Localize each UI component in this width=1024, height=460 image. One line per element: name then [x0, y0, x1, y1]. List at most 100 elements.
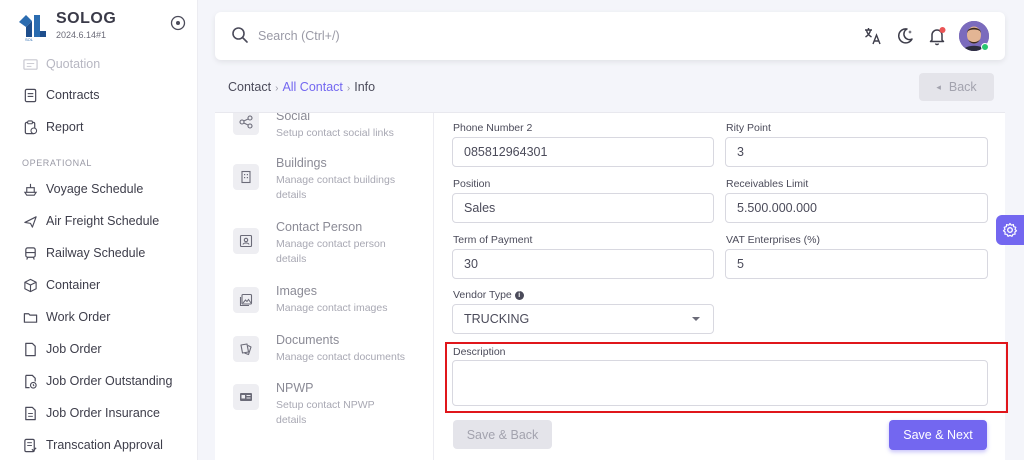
sidebar-item-label: Railway Schedule	[46, 246, 146, 260]
side-menu-social[interactable]: Social Setup contact social links	[233, 113, 433, 139]
approval-icon	[22, 437, 38, 453]
sidebar-item-label: Container	[46, 278, 101, 292]
sidebar-item-voyage-schedule[interactable]: Voyage Schedule	[22, 177, 192, 201]
contracts-icon	[22, 87, 38, 103]
sidebar-item-job-order[interactable]: Job Order	[22, 337, 192, 361]
term-of-payment-label: Term of Payment	[453, 234, 533, 246]
vat-enterprises-input[interactable]: 5	[725, 249, 988, 279]
sidebar-item-label: Work Order	[46, 310, 111, 324]
phone-number-2-input[interactable]: 085812964301	[452, 137, 714, 167]
sidebar-item-label: Job Order Insurance	[46, 406, 160, 420]
save-and-next-button[interactable]: Save & Next	[889, 420, 987, 450]
sidebar-item-job-order-insurance[interactable]: Job Order Insurance	[22, 401, 192, 425]
sidebar-item-label: Job Order	[46, 342, 102, 356]
phone-number-2-label: Phone Number 2	[453, 122, 533, 134]
sidebar-item-quotation[interactable]: Quotation	[22, 52, 192, 76]
rity-point-label: Rity Point	[726, 122, 771, 134]
ship-icon	[22, 181, 38, 197]
id-card-icon	[233, 384, 259, 410]
side-menu-title: Images	[276, 284, 317, 298]
sidebar-item-label: Transcation Approval	[46, 438, 163, 452]
sidebar-item-label: Job Order Outstanding	[46, 374, 173, 388]
side-menu-documents[interactable]: Documents Manage contact documents	[233, 333, 433, 367]
share-icon	[233, 113, 259, 135]
notification-bell-icon[interactable]	[927, 26, 947, 46]
vat-enterprises-label: VAT Enterprises (%)	[726, 234, 820, 246]
side-menu-desc: Setup contact NPWP details	[276, 399, 375, 426]
vendor-type-selected-value: TRUCKING	[464, 312, 530, 326]
file-clock-icon	[22, 373, 38, 389]
search-input[interactable]: Search (Ctrl+/)	[258, 29, 340, 43]
side-menu-desc: Setup contact social links	[276, 127, 394, 139]
side-menu-desc: Manage contact documents	[276, 351, 405, 363]
building-icon	[233, 164, 259, 190]
back-button-label: Back	[948, 80, 977, 94]
breadcrumb-current: Info	[354, 80, 376, 94]
brand-version: 2024.6.14#1	[56, 30, 107, 40]
sidebar-item-air-freight-schedule[interactable]: Air Freight Schedule	[22, 209, 192, 233]
back-button[interactable]: ◂ Back	[919, 73, 994, 101]
container-icon	[22, 277, 38, 293]
side-menu-contact-person[interactable]: Contact Person Manage contact person det…	[233, 220, 433, 266]
image-icon	[233, 287, 259, 313]
side-menu-desc: Manage contact buildings details	[276, 174, 396, 201]
chevron-left-icon: ◂	[936, 81, 941, 92]
sidebar-item-label: Contracts	[46, 88, 100, 102]
brand[interactable]: SOL SOLOG 2024.6.14#1	[16, 8, 192, 44]
side-menu-npwp[interactable]: NPWP Setup contact NPWP details	[233, 381, 433, 426]
sidebar-item-contracts[interactable]: Contracts	[22, 83, 192, 107]
breadcrumb: Contact › All Contact › Info	[228, 80, 375, 94]
sidebar-item-work-order[interactable]: Work Order	[22, 305, 192, 329]
sidebar-item-transcation-approval[interactable]: Transcation Approval	[22, 433, 192, 457]
sidebar-item-label: Quotation	[46, 57, 101, 71]
sidebar-item-report[interactable]: Report	[22, 115, 192, 139]
side-menu-title: NPWP	[276, 381, 314, 395]
breadcrumb-separator-icon: ›	[346, 83, 351, 94]
dark-mode-moon-icon[interactable]	[895, 26, 915, 46]
vendor-type-select[interactable]: TRUCKING	[452, 304, 714, 334]
documents-icon	[233, 336, 259, 362]
rity-point-input[interactable]: 3	[725, 137, 988, 167]
customizer-gear-icon[interactable]	[996, 215, 1024, 245]
highlight-box	[445, 342, 1008, 413]
term-of-payment-input[interactable]: 30	[452, 249, 714, 279]
train-icon	[22, 245, 38, 261]
contact-sections-menu: Social Setup contact social links Buildi…	[215, 113, 434, 460]
side-menu-images[interactable]: Images Manage contact images	[233, 284, 433, 318]
sidebar-item-railway-schedule[interactable]: Railway Schedule	[22, 241, 192, 265]
file-text-icon	[22, 405, 38, 421]
side-menu-desc: Manage contact images	[276, 302, 388, 314]
sidebar-item-label: Air Freight Schedule	[46, 214, 160, 228]
side-menu-title: Buildings	[276, 156, 327, 170]
side-menu-title: Social	[276, 113, 311, 123]
translate-icon[interactable]	[863, 26, 883, 46]
info-icon[interactable]: i	[514, 290, 524, 300]
folder-icon	[22, 309, 38, 325]
search-icon[interactable]	[231, 26, 249, 44]
solog-logo-icon: SOL	[19, 15, 46, 42]
side-menu-title: Documents	[276, 333, 340, 347]
side-menu-buildings[interactable]: Buildings Manage contact buildings detai…	[233, 156, 433, 202]
save-and-back-button[interactable]: Save & Back	[453, 420, 552, 449]
quotation-icon	[22, 56, 38, 72]
breadcrumb-contact[interactable]: Contact	[228, 80, 271, 94]
logo-text: SOL	[25, 37, 34, 42]
sidebar-item-label: Report	[46, 120, 84, 134]
contact-person-icon	[233, 228, 259, 254]
vendor-type-label: Vendor Type i	[453, 289, 524, 301]
collapse-sidebar-icon[interactable]	[170, 15, 186, 31]
brand-name: SOLOG	[56, 10, 117, 27]
sidebar-item-job-order-outstanding[interactable]: Job Order Outstanding	[22, 369, 192, 393]
sidebar-section-operational: OPERATIONAL	[22, 158, 92, 168]
sidebar-item-container[interactable]: Container	[22, 273, 192, 297]
breadcrumb-separator-icon: ›	[275, 83, 279, 94]
position-label: Position	[453, 178, 491, 190]
top-navbar: Search (Ctrl+/)	[215, 12, 1005, 60]
position-input[interactable]: Sales	[452, 193, 714, 223]
breadcrumb-all-contact-link[interactable]: All Contact	[282, 80, 342, 94]
sidebar: SOL SOLOG 2024.6.14#1 Quotation Contract…	[0, 0, 198, 460]
sidebar-item-label: Voyage Schedule	[46, 182, 144, 196]
report-icon	[22, 119, 38, 135]
receivables-limit-input[interactable]: 5.500.000.000	[725, 193, 988, 223]
plane-icon	[22, 213, 38, 229]
